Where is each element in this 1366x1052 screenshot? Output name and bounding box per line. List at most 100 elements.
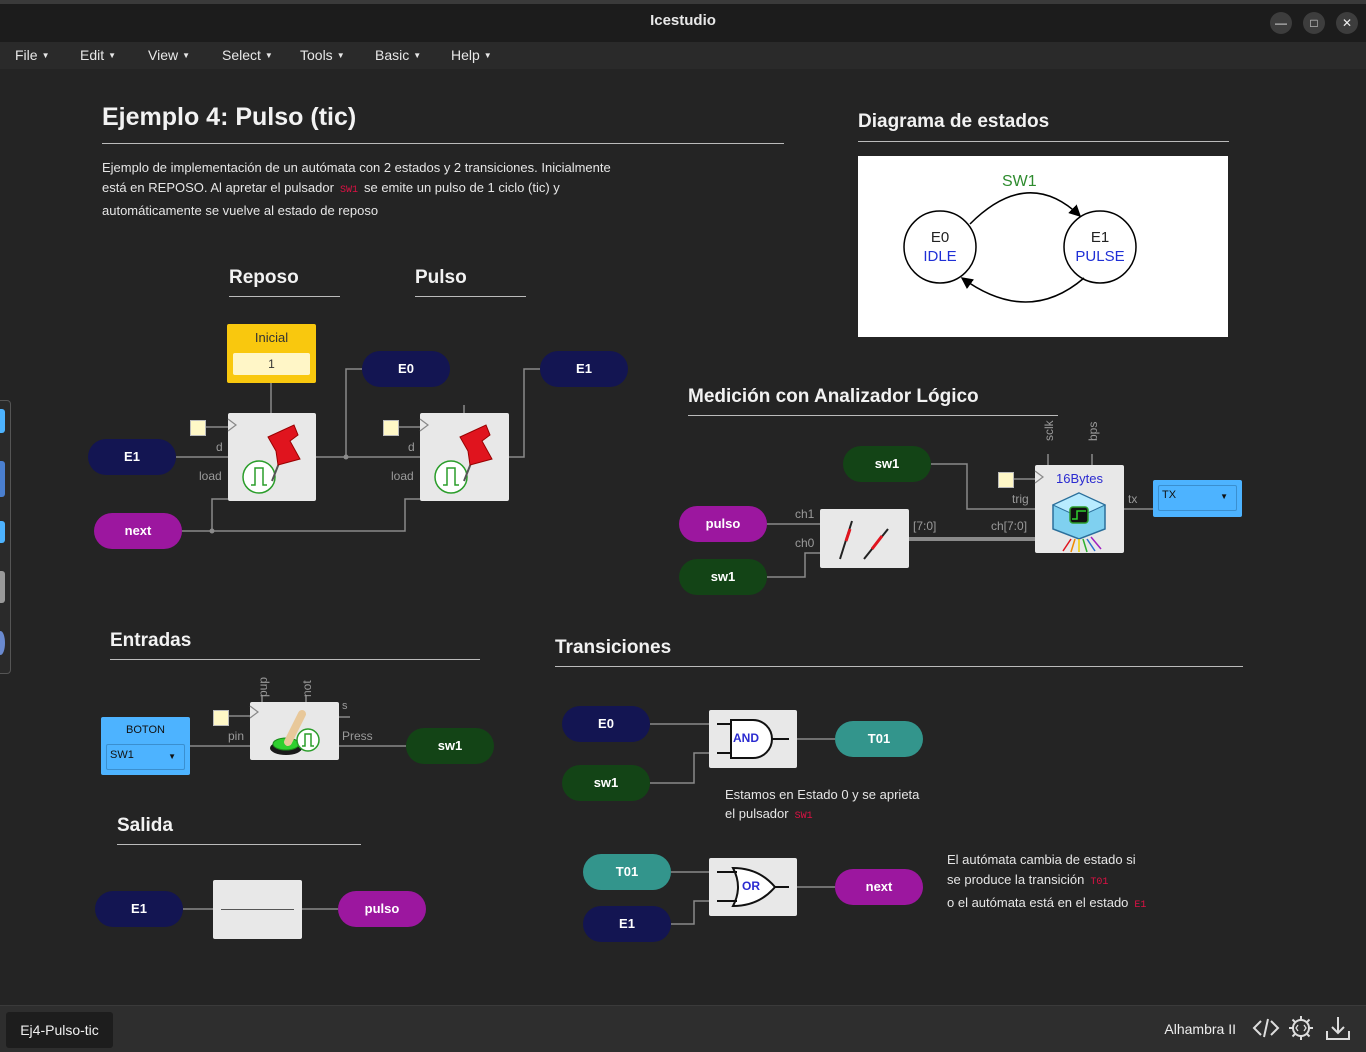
tab-project[interactable]: Ej4-Pulso-tic xyxy=(6,1012,113,1048)
diagrama-rule xyxy=(858,141,1229,142)
boton-select[interactable]: SW1 ▼ xyxy=(106,744,185,770)
menu-view[interactable]: View ▼ xyxy=(148,47,190,63)
build-gear-icon[interactable] xyxy=(1287,1014,1315,1042)
sidebar-tab-icon[interactable] xyxy=(0,521,5,543)
section-medicion: Medición con Analizador Lógico xyxy=(688,386,979,407)
port-load: load xyxy=(391,469,414,483)
constant-value[interactable]: 1 xyxy=(233,353,310,375)
menu-help[interactable]: Help ▼ xyxy=(451,47,492,63)
analyzer-block[interactable]: 16Bytes xyxy=(1034,465,1124,553)
label-next[interactable]: next xyxy=(835,869,923,905)
state-e0-circle xyxy=(903,210,977,284)
probe-block[interactable] xyxy=(820,509,909,568)
wire-line xyxy=(221,909,294,910)
port-bps: bps xyxy=(1086,421,1100,441)
label-e1[interactable]: E1 xyxy=(88,439,176,475)
board-name[interactable]: Alhambra II xyxy=(1164,1021,1236,1037)
button-block[interactable] xyxy=(249,702,339,760)
upload-icon[interactable] xyxy=(1324,1014,1352,1042)
port-s: s xyxy=(342,700,348,712)
input-boton[interactable]: BOTON SW1 ▼ xyxy=(101,717,190,775)
maximize-icon[interactable]: □ xyxy=(1303,12,1325,34)
section-pulso: Pulso xyxy=(415,267,467,288)
label-e1[interactable]: E1 xyxy=(540,351,628,387)
constant-label: Inicial xyxy=(254,330,289,345)
port-sclk: sclk xyxy=(1042,420,1056,441)
collapsed-sidebar[interactable] xyxy=(0,400,11,674)
port-load: load xyxy=(199,469,222,483)
chevron-down-icon: ▼ xyxy=(1220,492,1228,501)
or-label: OR xyxy=(742,879,760,893)
transiciones-rule xyxy=(555,666,1243,667)
probe-icon xyxy=(839,520,889,560)
chevron-down-icon: ▼ xyxy=(168,752,176,761)
port-pin: pin xyxy=(228,729,245,743)
transition-label: SW1 xyxy=(1002,173,1037,190)
port-press: Press xyxy=(342,729,373,743)
label-sw1[interactable]: sw1 xyxy=(562,765,650,801)
e0-name: E0 xyxy=(930,229,950,246)
label-next[interactable]: next xyxy=(94,513,182,549)
section-entradas: Entradas xyxy=(110,630,192,651)
menu-tools[interactable]: Tools ▼ xyxy=(300,47,345,63)
label-sw1[interactable]: sw1 xyxy=(679,559,767,595)
section-reposo: Reposo xyxy=(229,267,299,288)
boton-label: BOTON xyxy=(126,724,165,736)
port-d: d xyxy=(408,440,415,454)
reposo-rule xyxy=(229,296,340,297)
sidebar-tab-icon[interactable] xyxy=(0,461,5,497)
port-bus: [7:0] xyxy=(913,519,937,533)
pulso-rule xyxy=(415,296,526,297)
section-transiciones: Transiciones xyxy=(555,637,672,658)
minimize-icon[interactable]: — xyxy=(1270,12,1292,34)
salida-rule xyxy=(117,844,361,845)
menu-basic[interactable]: Basic ▼ xyxy=(375,47,421,63)
clock-square[interactable] xyxy=(383,420,399,436)
menu-bar: File ▼ Edit ▼ View ▼ Select ▼ Tools ▼ Basic ▼ … xyxy=(0,42,1366,69)
clock-square[interactable] xyxy=(190,420,206,436)
medicion-rule xyxy=(688,415,1058,416)
state-diagram: SW1 E0 IDLE E1 PULSE xyxy=(858,156,1228,337)
menu-file[interactable]: File ▼ xyxy=(15,47,49,63)
clock-square[interactable] xyxy=(998,472,1014,488)
entradas-rule xyxy=(110,659,480,660)
description: Ejemplo de implementación de un autómata… xyxy=(102,160,611,218)
status-bar: Ej4-Pulso-tic Alhambra II xyxy=(0,1005,1366,1052)
menu-select[interactable]: Select ▼ xyxy=(222,47,273,63)
section-salida: Salida xyxy=(117,815,173,836)
label-sw1[interactable]: sw1 xyxy=(406,728,494,764)
section-diagrama: Diagrama de estados xyxy=(858,111,1050,132)
sidebar-tab-icon[interactable] xyxy=(0,631,5,655)
label-sw1[interactable]: sw1 xyxy=(843,446,931,482)
label-pulso[interactable]: pulso xyxy=(679,506,767,542)
e1-name: E1 xyxy=(1090,229,1110,246)
label-t01[interactable]: T01 xyxy=(835,721,923,757)
sidebar-tab-icon[interactable] xyxy=(0,409,5,433)
flipflop-pulso[interactable] xyxy=(419,413,509,501)
flipflop-reposo[interactable] xyxy=(227,413,316,501)
label-e1[interactable]: E1 xyxy=(95,891,183,927)
note-change: El autómata cambia de estado si se produ… xyxy=(947,852,1147,911)
menu-edit[interactable]: Edit ▼ xyxy=(80,47,116,63)
constant-inicial[interactable]: Inicial 1 xyxy=(227,324,316,383)
design-canvas[interactable]: Ejemplo 4: Pulso (tic) Ejemplo de implem… xyxy=(0,69,1366,1005)
label-e0[interactable]: E0 xyxy=(362,351,450,387)
label-e1[interactable]: E1 xyxy=(583,906,671,942)
code-icon[interactable] xyxy=(1252,1014,1280,1042)
or-gate[interactable]: OR xyxy=(709,858,797,916)
sidebar-tab-icon[interactable] xyxy=(0,571,5,603)
label-t01[interactable]: T01 xyxy=(583,854,671,890)
wire-block[interactable] xyxy=(213,880,302,939)
port-pup: pup xyxy=(256,676,270,697)
close-icon[interactable]: ✕ xyxy=(1336,12,1358,34)
clock-square[interactable] xyxy=(213,710,229,726)
port-chbus: ch[7:0] xyxy=(991,519,1028,533)
tx-select[interactable]: TX ▼ xyxy=(1158,485,1237,511)
label-e0[interactable]: E0 xyxy=(562,706,650,742)
state-e1-circle xyxy=(1063,210,1137,284)
and-gate[interactable]: AND xyxy=(709,710,797,768)
label-pulso[interactable]: pulso xyxy=(338,891,426,927)
port-ch1: ch1 xyxy=(795,507,815,521)
tx-output[interactable]: TX ▼ xyxy=(1153,480,1242,517)
port-ch0: ch0 xyxy=(795,536,815,550)
